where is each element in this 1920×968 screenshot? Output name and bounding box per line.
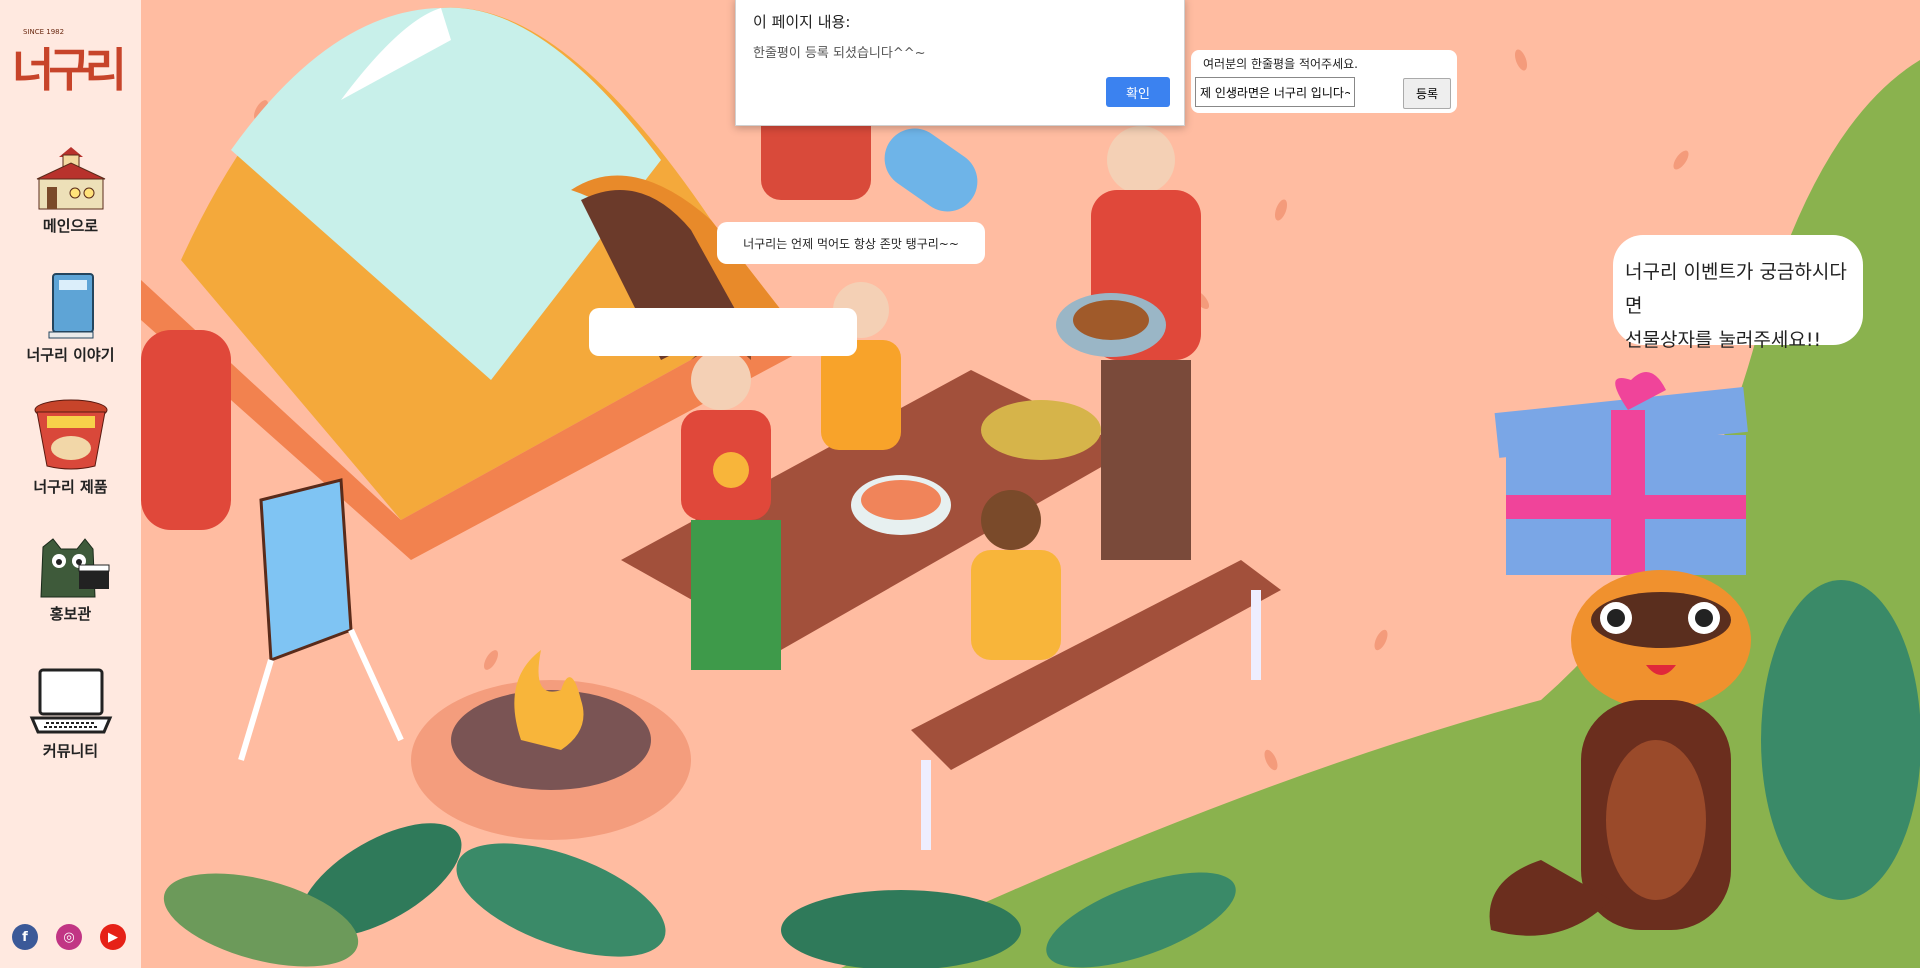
camping-illustration: [141, 0, 1920, 968]
nav-products[interactable]: 너구리 제품: [0, 398, 141, 497]
nav-promo[interactable]: 홍보관: [0, 535, 141, 624]
youtube-icon[interactable]: ▶: [100, 924, 126, 950]
review-submit-button[interactable]: 등록: [1403, 78, 1451, 109]
pot: [981, 400, 1101, 460]
person-standing-man: [1056, 126, 1201, 560]
nav-main[interactable]: 메인으로: [0, 145, 141, 236]
logo-text: 너구리: [12, 43, 127, 97]
nav-story-label: 너구리 이야기: [26, 346, 115, 364]
gift-box: [1494, 372, 1748, 575]
speech-bubble-empty: [589, 308, 857, 356]
person-sitting-left: [681, 345, 781, 670]
social-links: f ◎ ▶: [12, 924, 126, 950]
brand-logo[interactable]: SINCE 1982 너구리: [10, 26, 130, 97]
review-prompt: 여러분의 한줄평을 적어주세요.: [1203, 57, 1358, 71]
dialog-ok-button[interactable]: 확인: [1106, 77, 1170, 107]
nav-products-label: 너구리 제품: [33, 478, 108, 496]
noodle-cup-icon: [34, 399, 107, 470]
nav-main-label: 메인으로: [42, 217, 99, 235]
sidebar: SINCE 1982 너구리 메인으로 너구리 이야기 너구리 제품 홍보관 커…: [0, 0, 141, 968]
speech-bubble-tent: 너구리는 언제 먹어도 항상 존맛 탱구리~~: [717, 222, 985, 264]
review-form: 여러분의 한줄평을 적어주세요. 등록: [1191, 50, 1457, 113]
review-input[interactable]: [1195, 77, 1355, 107]
instagram-icon[interactable]: ◎: [56, 924, 82, 950]
house-icon: [36, 147, 105, 210]
event-speech-bubble: 너구리 이벤트가 궁금하시다면 선물상자를 눌러주세요!!: [1613, 235, 1863, 351]
nav-community[interactable]: 커뮤니티: [0, 666, 141, 761]
nav-community-label: 커뮤니티: [42, 742, 99, 760]
dialog-message: 한줄평이 등록 되셨습니다^^~: [753, 46, 926, 61]
nav-story[interactable]: 너구리 이야기: [0, 272, 141, 365]
campfire: [411, 650, 691, 840]
person-sitting-back: [971, 490, 1061, 660]
book-icon: [48, 273, 94, 339]
alert-dialog: 이 페이지 내용: 한줄평이 등록 되셨습니다^^~ 확인: [735, 0, 1185, 126]
laptop-icon: [29, 668, 112, 734]
camping-scene: 너구리는 언제 먹어도 항상 존맛 탱구리~~ 너구리 이벤트가 궁금하시다면 …: [141, 0, 1920, 968]
backpack: [141, 330, 231, 530]
speech-bubble-text: 너구리는 언제 먹어도 항상 존맛 탱구리~~: [743, 236, 959, 251]
raccoon-clapper-icon: [39, 538, 109, 598]
nav-promo-label: 홍보관: [49, 605, 92, 623]
event-line-1: 너구리 이벤트가 궁금하시다면: [1625, 261, 1847, 317]
facebook-icon[interactable]: f: [12, 924, 38, 950]
dialog-title: 이 페이지 내용:: [753, 13, 851, 31]
event-line-2: 선물상자를 눌러주세요!!: [1625, 329, 1822, 351]
